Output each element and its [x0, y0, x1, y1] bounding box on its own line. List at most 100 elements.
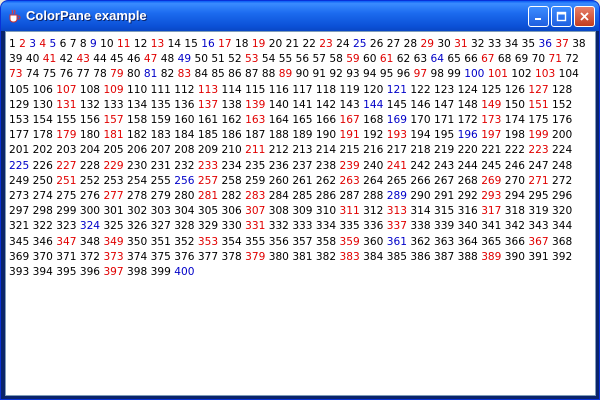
- minimize-button[interactable]: [528, 6, 549, 27]
- number-110: 110: [127, 83, 148, 96]
- number-204: 204: [79, 144, 101, 157]
- number-376: 376: [174, 250, 195, 263]
- number-242: 242: [410, 159, 431, 172]
- number-116: 116: [268, 83, 289, 96]
- number-265: 265: [386, 174, 407, 187]
- number-60: 60: [363, 53, 377, 66]
- minimize-icon: [535, 18, 541, 20]
- number-19: 19: [251, 38, 266, 50]
- number-38: 38: [572, 38, 586, 50]
- number-10: 10: [100, 38, 114, 50]
- number-237: 237: [292, 159, 313, 172]
- number-366: 366: [504, 235, 526, 248]
- number-384: 384: [363, 250, 384, 263]
- number-141: 141: [292, 98, 313, 111]
- number-291: 291: [433, 190, 455, 203]
- number-61: 61: [379, 53, 394, 66]
- number-271: 271: [528, 174, 549, 187]
- number-332: 332: [268, 220, 289, 233]
- close-button[interactable]: [574, 6, 595, 27]
- color-pane[interactable]: 1 2 3 4 5 6 7 8 9 10 11 12 13 14 15 16 1…: [5, 31, 596, 396]
- number-32: 32: [471, 38, 485, 50]
- number-184: 184: [174, 129, 195, 142]
- number-177: 177: [9, 129, 30, 142]
- number-52: 52: [228, 53, 242, 66]
- number-284: 284: [268, 190, 289, 203]
- number-109: 109: [103, 83, 124, 96]
- number-292: 292: [457, 190, 478, 203]
- number-256: 256: [174, 174, 195, 187]
- number-196: 196: [457, 129, 478, 142]
- number-378: 378: [221, 250, 242, 263]
- number-53: 53: [245, 53, 259, 66]
- number-text[interactable]: 1 2 3 4 5 6 7 8 9 10 11 12 13 14 15 16 1…: [9, 37, 593, 280]
- number-67: 67: [481, 53, 495, 66]
- number-54: 54: [261, 53, 276, 66]
- number-244: 244: [457, 159, 478, 172]
- number-362: 362: [410, 235, 431, 248]
- number-233: 233: [197, 159, 219, 172]
- maximize-button[interactable]: [551, 6, 572, 27]
- number-207: 207: [150, 144, 171, 157]
- number-251: 251: [56, 174, 77, 187]
- number-171: 171: [433, 114, 455, 127]
- number-393: 393: [9, 266, 30, 279]
- number-260: 260: [268, 174, 289, 187]
- number-49: 49: [177, 53, 192, 66]
- number-101: 101: [487, 68, 509, 81]
- number-286: 286: [315, 190, 337, 203]
- number-397: 397: [103, 266, 124, 279]
- number-311: 311: [339, 205, 360, 218]
- number-221: 221: [481, 144, 502, 157]
- number-47: 47: [143, 53, 158, 66]
- number-63: 63: [413, 53, 428, 66]
- number-250: 250: [32, 174, 53, 187]
- number-27: 27: [386, 38, 401, 50]
- number-13: 13: [150, 38, 165, 50]
- number-327: 327: [150, 220, 171, 233]
- number-176: 176: [552, 114, 573, 127]
- number-58: 58: [329, 53, 343, 66]
- number-33: 33: [487, 38, 502, 50]
- number-97: 97: [413, 68, 428, 81]
- number-210: 210: [221, 144, 242, 157]
- number-309: 309: [292, 205, 313, 218]
- number-156: 156: [79, 114, 101, 127]
- number-387: 387: [433, 250, 455, 263]
- number-181: 181: [103, 129, 124, 142]
- number-259: 259: [245, 174, 266, 187]
- number-342: 342: [504, 220, 526, 233]
- number-135: 135: [150, 98, 171, 111]
- number-183: 183: [150, 129, 171, 142]
- number-252: 252: [79, 174, 101, 187]
- number-55: 55: [278, 53, 293, 66]
- number-152: 152: [552, 98, 573, 111]
- number-59: 59: [346, 53, 360, 66]
- number-330: 330: [221, 220, 242, 233]
- number-154: 154: [32, 114, 53, 127]
- number-333: 333: [292, 220, 313, 233]
- number-248: 248: [552, 159, 573, 172]
- number-216: 216: [363, 144, 384, 157]
- number-182: 182: [127, 129, 148, 142]
- number-287: 287: [339, 190, 360, 203]
- number-297: 297: [9, 205, 30, 218]
- number-62: 62: [396, 53, 411, 66]
- number-117: 117: [292, 83, 313, 96]
- number-274: 274: [32, 190, 53, 203]
- number-44: 44: [93, 53, 107, 66]
- number-347: 347: [56, 235, 77, 248]
- number-325: 325: [103, 220, 124, 233]
- number-178: 178: [32, 129, 53, 142]
- number-224: 224: [552, 144, 573, 157]
- number-80: 80: [127, 68, 141, 81]
- number-94: 94: [363, 68, 377, 81]
- title-bar[interactable]: ColorPane example: [1, 1, 599, 31]
- number-190: 190: [315, 129, 337, 142]
- number-246: 246: [504, 159, 526, 172]
- number-172: 172: [457, 114, 478, 127]
- number-46: 46: [127, 53, 141, 66]
- number-12: 12: [133, 38, 148, 50]
- number-218: 218: [410, 144, 431, 157]
- number-279: 279: [150, 190, 171, 203]
